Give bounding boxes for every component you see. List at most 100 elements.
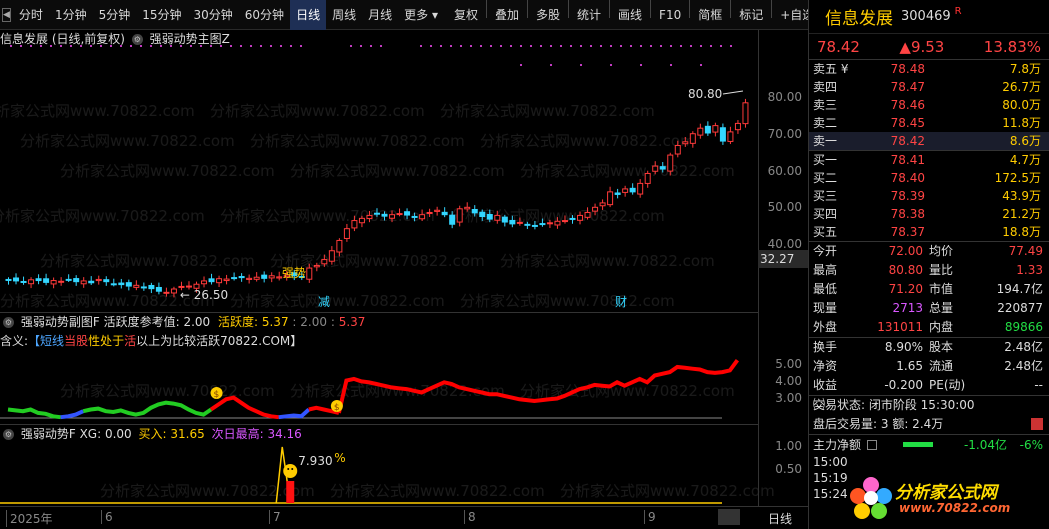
third-indicator-name[interactable]: 强弱动势F <box>21 427 76 441</box>
signal-dot <box>270 45 272 47</box>
bid-label: 买四 <box>813 207 838 221</box>
svg-text:$: $ <box>334 403 340 413</box>
ask-row[interactable]: 卖一 78.42 8.6万 <box>809 132 1049 150</box>
bid-row[interactable]: 买四 78.38 21.2万 <box>809 205 1049 223</box>
candle <box>306 263 313 283</box>
signal-dot <box>230 45 232 47</box>
indicator-settings-icon[interactable]: ⚙ <box>131 34 143 45</box>
back-arrow-icon[interactable]: ◀ <box>2 7 11 22</box>
stat-label: 最低 <box>813 282 838 296</box>
low-price-label: ← 26.50 <box>180 288 228 302</box>
bid-price: 78.41 <box>890 153 925 167</box>
main-flow-row: 主力净额 -1.04亿 -6% <box>809 434 1049 454</box>
sub-indicator-name[interactable]: 强弱动势副图F <box>21 315 100 329</box>
stat-value: 2.48亿 <box>1004 359 1043 373</box>
tool-button-5[interactable]: F10 <box>653 0 687 30</box>
candlestick-chart[interactable]: 80.80 ← 26.50 强势减 财 <box>0 45 758 310</box>
bid-price: 78.37 <box>890 225 925 239</box>
candle <box>208 273 215 285</box>
period-tab-7[interactable]: 周线 <box>326 0 362 30</box>
signal-dot <box>560 45 562 47</box>
sub-y-tick-label: 5.00 <box>775 356 802 371</box>
tool-button-0[interactable]: 复权 <box>448 0 484 30</box>
period-tab-4[interactable]: 30分钟 <box>188 0 239 30</box>
period-tab-0[interactable]: 分时 <box>13 0 49 30</box>
period-tab-2[interactable]: 5分钟 <box>93 0 137 30</box>
legend-prefix: 含义: <box>0 334 29 348</box>
period-tab-1[interactable]: 1分钟 <box>49 0 93 30</box>
ask-row[interactable]: 卖三 78.46 80.0万 <box>809 96 1049 114</box>
period-tab-5[interactable]: 60分钟 <box>239 0 290 30</box>
tool-button-4[interactable]: 画线 <box>612 0 648 30</box>
candle <box>336 238 343 257</box>
tool-button-6[interactable]: 简框 <box>692 0 728 30</box>
candle <box>554 217 561 229</box>
next-high-value: 34.16 <box>267 427 302 441</box>
flow-icon[interactable] <box>867 439 878 450</box>
detail-icon[interactable] <box>1031 418 1043 430</box>
stats-block-2: 换手 8.90% 股本 2.48亿 净资 1.65 流通 2.48亿 收益㈡ -0.200 PE(动… <box>809 338 1049 411</box>
stat-label: 流通 <box>929 359 954 373</box>
ask-row[interactable]: 卖五 ¥ 78.48 7.8万 <box>809 60 1049 78</box>
more-periods-button[interactable]: 更多 ▾ <box>398 0 444 30</box>
bid-row[interactable]: 买二 78.40 172.5万 <box>809 169 1049 187</box>
bid-volume: 18.8万 <box>1002 225 1041 239</box>
bid-volume: 172.5万 <box>994 171 1041 185</box>
ask-row[interactable]: 卖四 78.47 26.7万 <box>809 78 1049 96</box>
scroll-indicator[interactable] <box>718 509 740 525</box>
third-y-tick-label: 0.50 <box>775 462 802 476</box>
signal-dot <box>120 45 122 47</box>
signal-dot <box>730 45 732 47</box>
bid-row[interactable]: 买一 78.41 4.7万 <box>809 151 1049 169</box>
main-indicator-name[interactable]: 强弱动势主图Z <box>150 32 230 46</box>
bid-label: 买三 <box>813 189 838 203</box>
signal-dot <box>580 45 582 47</box>
candle <box>88 276 95 285</box>
activity-chart[interactable]: $$ <box>0 348 758 423</box>
signal-dot <box>470 45 472 47</box>
candle <box>629 183 636 195</box>
sub-chart-header: ⚙ 强弱动势副图F 活跃度参考值: 2.00 活跃度: 5.37 : 2.00 … <box>0 312 758 330</box>
candle <box>28 277 35 289</box>
period-tab-6[interactable]: 日线 <box>290 0 327 30</box>
sub-settings-icon[interactable]: ⚙ <box>3 317 14 328</box>
candle <box>419 209 426 222</box>
tool-button-1[interactable]: 叠加 <box>489 0 525 30</box>
stat-label: PE(动) <box>929 378 966 392</box>
tool-button-2[interactable]: 多股 <box>530 0 566 30</box>
tool-button-3[interactable]: 统计 <box>571 0 607 30</box>
stat-row: 现量 2713 总量 220877 <box>809 299 1049 318</box>
stat-label: 收益㈡ <box>813 378 838 411</box>
signal-dot <box>670 64 672 66</box>
x-axis-label: 8 <box>464 510 476 524</box>
period-tab-3[interactable]: 15分钟 <box>136 0 187 30</box>
stat-value: 89866 <box>1004 320 1043 334</box>
signal-dot <box>450 45 452 47</box>
period-label[interactable]: 日线 <box>768 510 792 527</box>
ask-volume: 8.6万 <box>1009 134 1041 148</box>
period-tab-8[interactable]: 月线 <box>362 0 398 30</box>
stat-value: 8.90% <box>884 340 923 354</box>
bid-row[interactable]: 买五 78.37 18.8万 <box>809 223 1049 241</box>
stat-label: 现量 <box>813 301 838 315</box>
tool-button-7[interactable]: 标记 <box>733 0 769 30</box>
signal-dot <box>640 45 642 47</box>
price-change-pct: 13.83% <box>983 37 1041 56</box>
bid-book: 买一 78.41 4.7万 买二 78.40 172.5万 买三 78.39 43.9万 买四 78… <box>809 151 1049 242</box>
candle <box>58 277 65 286</box>
candle <box>50 277 57 289</box>
third-settings-icon[interactable]: ⚙ <box>3 429 14 440</box>
y-tick-label: 60.00 <box>767 163 802 178</box>
ask-row[interactable]: 卖二 78.45 11.8万 <box>809 114 1049 132</box>
legend-b: 当股 <box>64 334 89 348</box>
bid-row[interactable]: 买三 78.39 43.9万 <box>809 187 1049 205</box>
signal-dot <box>680 45 682 47</box>
signal-chart[interactable]: 7.930% <box>0 443 758 505</box>
candle <box>592 203 599 216</box>
candle <box>95 275 102 285</box>
flower-logo-icon <box>850 477 892 519</box>
toolbar-divider <box>771 0 773 18</box>
after-hours: 盘后交易量: 3 额: 2.4万 <box>809 415 1049 434</box>
signal-dot <box>160 45 162 47</box>
next-high-label: 次日最高: <box>211 427 264 441</box>
